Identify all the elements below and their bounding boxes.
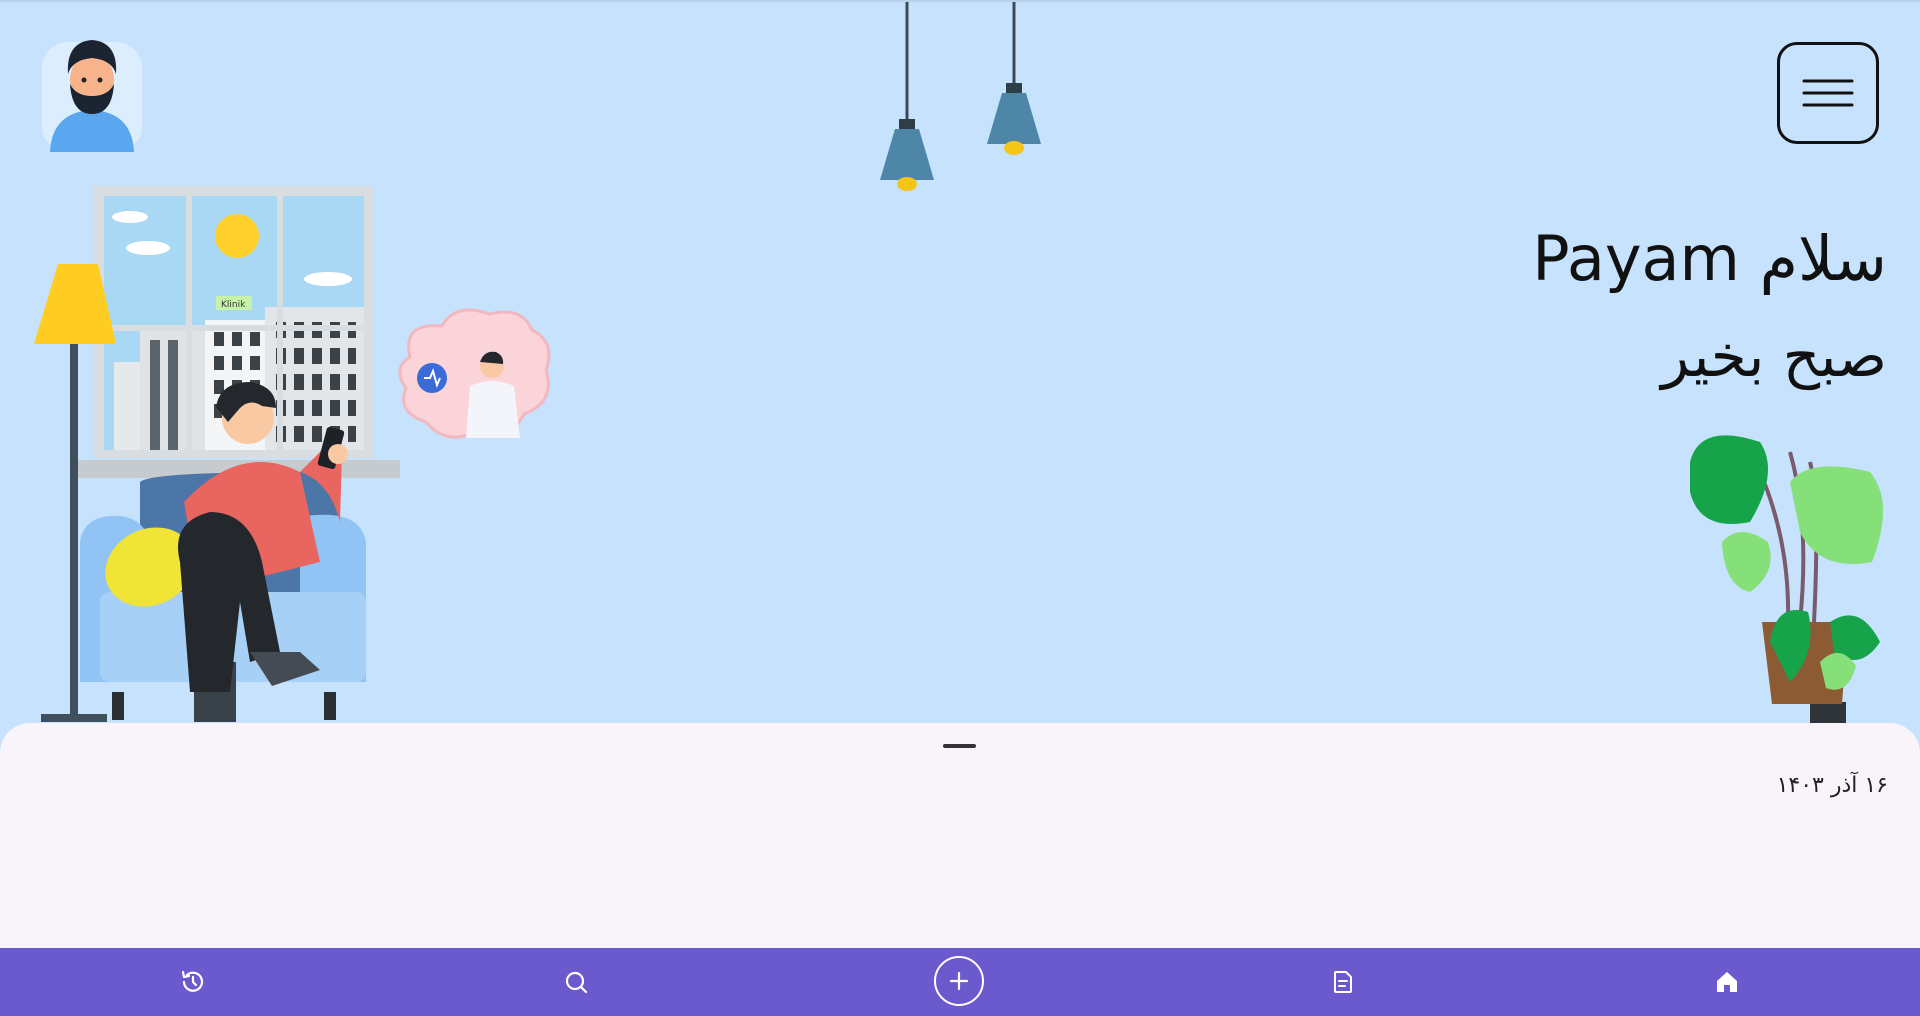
bottom-navigation bbox=[0, 948, 1920, 1016]
hero-section: Klinik سلام Payam صبح بخیر bbox=[0, 0, 1920, 740]
building-windows bbox=[214, 322, 356, 442]
nav-history[interactable] bbox=[163, 948, 223, 1016]
living-room-illustration: Klinik bbox=[34, 2, 1884, 724]
plus-icon bbox=[949, 971, 969, 991]
greeting-good-morning: صبح بخیر bbox=[1661, 322, 1887, 390]
user-avatar[interactable] bbox=[42, 34, 142, 152]
plant bbox=[1690, 435, 1884, 724]
document-icon bbox=[1334, 971, 1352, 993]
sheet-drag-handle[interactable] bbox=[943, 744, 976, 748]
cushion bbox=[105, 527, 195, 607]
window-sign-text: Klinik bbox=[221, 300, 246, 310]
pendant-lamp-left bbox=[880, 2, 934, 191]
home-icon bbox=[1717, 972, 1737, 992]
window: Klinik bbox=[78, 186, 400, 478]
menu-button[interactable] bbox=[1777, 42, 1879, 144]
date-label: ۱۶ آذر ۱۴۰۳ bbox=[1776, 773, 1888, 798]
search-icon bbox=[565, 971, 588, 994]
doctor-thought-bubble bbox=[398, 308, 551, 439]
history-icon bbox=[181, 970, 204, 992]
greeting-hello: سلام Payam bbox=[1532, 222, 1887, 295]
person bbox=[178, 382, 348, 722]
pendant-lamp-right bbox=[987, 2, 1041, 155]
bottom-sheet: ۱۶ آذر ۱۴۰۳ bbox=[0, 723, 1920, 953]
nav-documents[interactable] bbox=[1313, 948, 1373, 1016]
nav-search[interactable] bbox=[546, 948, 606, 1016]
nav-home[interactable] bbox=[1697, 948, 1757, 1016]
armchair bbox=[80, 472, 366, 720]
window-frame bbox=[104, 196, 364, 450]
add-button[interactable] bbox=[934, 956, 984, 1006]
hamburger-menu-icon bbox=[1802, 79, 1854, 107]
floor-lamp bbox=[34, 264, 116, 722]
